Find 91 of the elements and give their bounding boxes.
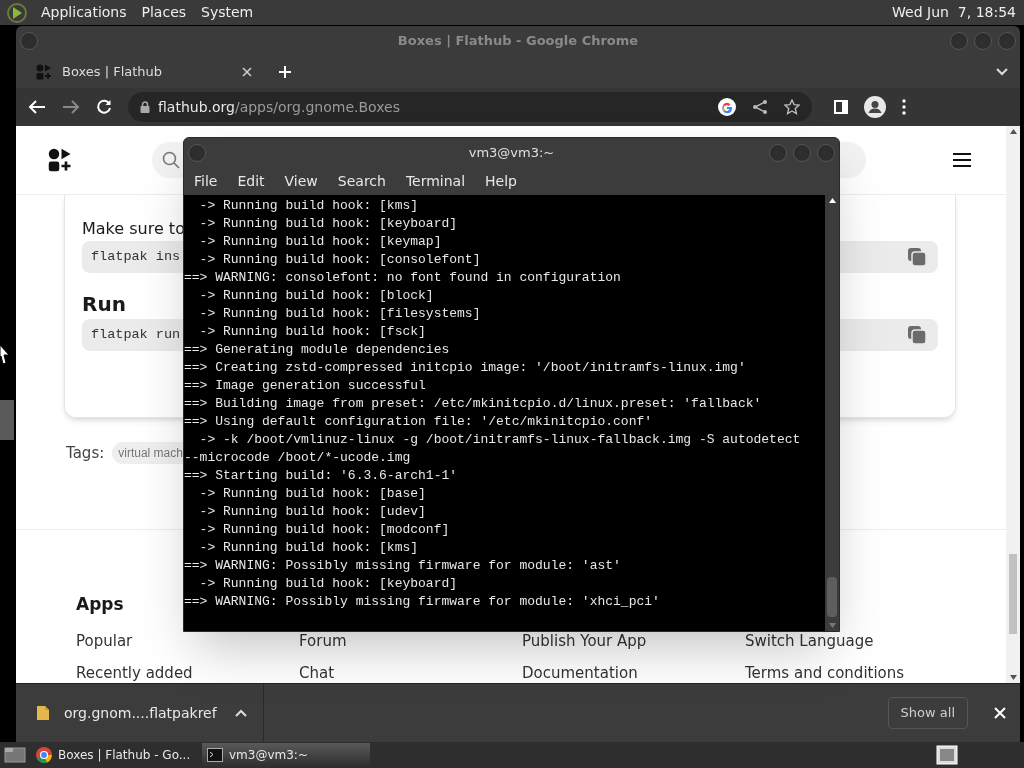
section-heading: Run <box>82 291 126 318</box>
share-icon[interactable] <box>752 99 768 115</box>
footer-link[interactable]: Chat <box>299 665 335 681</box>
close-icon[interactable] <box>994 707 1006 719</box>
terminal-line: ==> Starting build: '6.3.6-arch1-1' <box>184 467 459 485</box>
star-icon[interactable] <box>784 99 800 115</box>
footer-heading: Apps <box>76 592 124 616</box>
panel-menu[interactable]: Places <box>139 2 189 23</box>
terminal-line: ==> Image generation successful <box>184 377 427 395</box>
mouse-cursor-icon <box>0 343 10 365</box>
file-icon <box>36 705 50 721</box>
terminal-line: -> Running build hook: [fsck] <box>198 323 427 341</box>
show-desktop-icon[interactable] <box>2 745 28 765</box>
page-scrollbar[interactable] <box>1006 126 1020 683</box>
download-filename[interactable]: org.gnom....flatpakref <box>64 702 217 724</box>
terminal-menu[interactable]: File <box>194 171 218 192</box>
terminal-line: -> Running build hook: [filesystems] <box>198 305 482 323</box>
terminal-line: -> Running build hook: [modconf] <box>198 521 451 539</box>
copy-icon[interactable] <box>907 325 927 345</box>
chevron-down-icon[interactable] <box>996 68 1008 76</box>
taskbar-button[interactable]: vm3@vm3:~ <box>202 743 370 767</box>
terminal-scrollbar[interactable] <box>825 195 839 631</box>
window-title: Boxes | Flathub - Google Chrome <box>397 32 639 51</box>
scroll-down-icon[interactable] <box>1009 675 1017 680</box>
caret-up-icon[interactable] <box>234 709 247 717</box>
workspace-icon[interactable] <box>936 745 958 765</box>
terminal-line: ==> WARNING: Possibly missing firmware for module: 'ast' <box>184 557 622 575</box>
terminal-line: -> Running build hook: [kms] <box>198 539 420 557</box>
terminal-line: -> Running build hook: [consolefont] <box>198 251 482 269</box>
footer-link[interactable]: Switch Language <box>745 633 874 649</box>
lock-icon <box>140 101 150 113</box>
scrollbar-thumb[interactable] <box>1009 554 1017 634</box>
flathub-logo-icon[interactable] <box>48 148 72 172</box>
footer-link[interactable]: Popular <box>76 633 133 649</box>
back-icon[interactable] <box>28 99 46 115</box>
terminal-line: -> Running build hook: [udev] <box>198 503 427 521</box>
terminal-line: -> Running build hook: [block] <box>198 287 435 305</box>
terminal-line: ==> Using default configuration file: '/etc/mkinitcpio.conf' <box>184 413 654 431</box>
footer-link[interactable]: Terms and conditions <box>745 665 905 681</box>
tag-chip[interactable]: virtual mach <box>112 442 183 465</box>
terminal-line: -> Running build hook: [kms] <box>198 197 420 215</box>
terminal-line: -> Running build hook: [keymap] <box>198 233 443 251</box>
footer-link[interactable]: Forum <box>299 633 347 649</box>
terminal-line: --microcode /boot/*-ucode.img <box>184 449 412 467</box>
footer-link[interactable]: Publish Your App <box>522 633 647 649</box>
footer-link[interactable]: Documentation <box>522 665 638 681</box>
side-panel-icon[interactable] <box>834 100 848 114</box>
terminal-menu[interactable]: View <box>284 171 318 192</box>
tab-title: Boxes | Flathub <box>62 64 163 80</box>
flathub-logo-icon <box>36 64 52 80</box>
panel-clock[interactable]: Wed Jun 7, 18:54 <box>892 2 1018 23</box>
new-tab-icon[interactable] <box>278 65 292 79</box>
desktop-shape <box>0 400 14 440</box>
menu-icon[interactable] <box>952 152 972 168</box>
footer-link[interactable]: Recently added <box>76 665 193 681</box>
terminal-menu[interactable]: Search <box>337 171 386 192</box>
terminal-menu[interactable]: Terminal <box>405 171 466 192</box>
command-text: flatpak run <box>91 325 181 344</box>
terminal-line: ==> Creating zstd-compressed initcpio image: '/boot/initramfs-linux.img' <box>184 359 747 377</box>
search-icon <box>162 151 180 169</box>
command-text: flatpak ins <box>91 247 181 266</box>
terminal-line: ==> Generating module dependencies <box>184 341 451 359</box>
address-bar[interactable]: flathub.org/apps/org.gnome.Boxes <box>128 92 812 122</box>
taskbar-button[interactable]: Boxes | Flathub - Go... <box>31 743 199 767</box>
scrollbar-thumb[interactable] <box>827 577 837 617</box>
copy-icon[interactable] <box>907 247 927 267</box>
reload-icon[interactable] <box>96 99 112 115</box>
terminal-line: ==> Building image from preset: /etc/mkinitcpio.d/linux.preset: 'fallback' <box>184 395 763 413</box>
terminal-line: -> -k /boot/vmlinuz-linux -g /boot/initramfs-linux-fallback.img -S autodetect <box>198 431 802 449</box>
chrome-icon <box>36 747 52 763</box>
tags-label: Tags: <box>66 443 105 464</box>
scroll-up-icon[interactable] <box>828 198 836 203</box>
terminal-line: -> Running build hook: [base] <box>198 485 427 503</box>
panel-menu[interactable]: Applications <box>39 2 129 23</box>
more-icon[interactable] <box>902 99 906 115</box>
terminal-line: -> Running build hook: [keyboard] <box>198 575 459 593</box>
terminal-title: vm3@vm3:~ <box>468 144 555 163</box>
google-icon[interactable] <box>718 98 736 116</box>
terminal-line: ==> WARNING: consolefont: no font found in configuration <box>184 269 622 287</box>
terminal-menu[interactable]: Edit <box>237 171 265 192</box>
show-all-button[interactable]: Show all <box>887 697 968 729</box>
menu-logo-icon[interactable] <box>6 1 28 24</box>
terminal-line: ==> WARNING: Possibly missing firmware for module: 'xhci_pci' <box>184 593 661 611</box>
panel-menu[interactable]: System <box>199 2 256 23</box>
scroll-up-icon[interactable] <box>1009 129 1017 134</box>
terminal-line: -> Running build hook: [keyboard] <box>198 215 459 233</box>
forward-icon[interactable] <box>62 99 80 115</box>
tab-close-icon[interactable] <box>242 67 252 77</box>
profile-icon[interactable] <box>864 96 886 118</box>
terminal-icon <box>207 748 223 762</box>
terminal-menu[interactable]: Help <box>485 171 517 192</box>
